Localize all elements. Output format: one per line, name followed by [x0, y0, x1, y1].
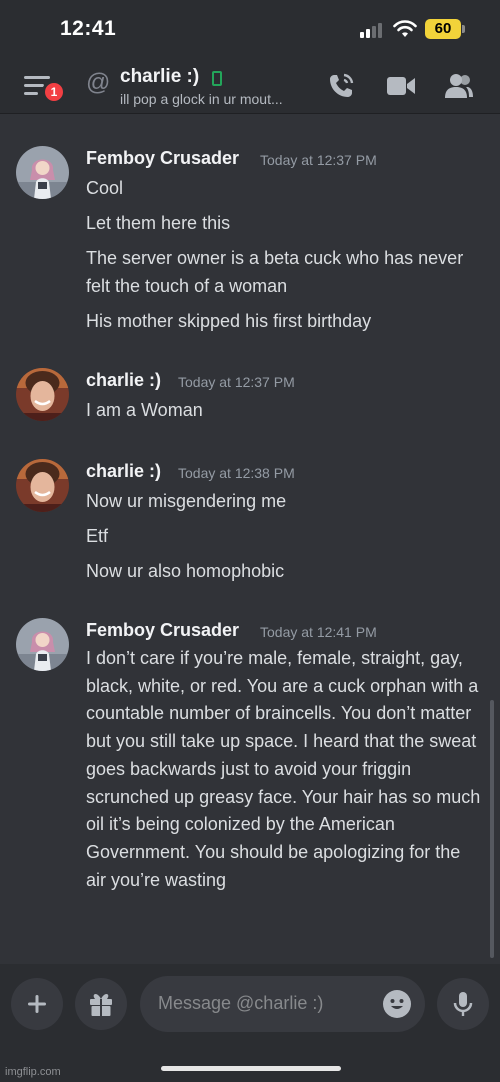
battery-icon: [462, 25, 465, 33]
video-icon[interactable]: [386, 72, 416, 100]
mobile-status-icon: [212, 71, 222, 86]
message-text: Now ur misgendering me: [86, 491, 287, 511]
anime-avatar[interactable]: [16, 146, 69, 199]
message-list[interactable]: Femboy Crusader Today at 12:37 PM Cool L…: [0, 114, 500, 964]
channel-header: 1 @ charlie :) ill pop a glock in ur mou…: [0, 58, 500, 114]
dm-name[interactable]: charlie :): [120, 66, 199, 88]
message-input[interactable]: Message @charlie :): [140, 976, 425, 1032]
home-indicator[interactable]: [161, 1066, 341, 1071]
message-text: Let them here this: [86, 213, 231, 233]
message-composer: Message @charlie :): [0, 964, 500, 1082]
voice-message-button[interactable]: [437, 978, 489, 1030]
members-icon[interactable]: [444, 72, 474, 100]
message-username[interactable]: Femboy Crusader: [86, 620, 239, 641]
message-text: Etf: [86, 526, 109, 546]
watermark: imgflip.com: [5, 1066, 61, 1078]
status-time: 12:41: [60, 17, 117, 40]
anime-avatar[interactable]: [16, 618, 69, 671]
message-input-placeholder: Message @charlie :): [158, 993, 324, 1013]
call-icon[interactable]: [327, 72, 357, 100]
message-text: His mother skipped his first birthday: [86, 311, 372, 331]
message-text: The server owner is a beta cuck who has …: [86, 248, 464, 296]
plus-icon: [28, 995, 46, 1013]
at-icon: @: [86, 69, 111, 96]
message-timestamp: Today at 12:41 PM: [260, 624, 377, 640]
microphone-icon: [453, 992, 473, 1016]
message-username[interactable]: Femboy Crusader: [86, 148, 239, 169]
message-text: I am a Woman: [86, 400, 203, 420]
message-text: I don’t care if you’re male, female, str…: [86, 648, 481, 890]
dm-custom-status[interactable]: ill pop a glock in ur mout...: [120, 91, 283, 107]
message-timestamp: Today at 12:37 PM: [178, 374, 295, 390]
scrollbar[interactable]: [490, 700, 494, 958]
emoji-icon[interactable]: [383, 990, 411, 1018]
signal-icon: [360, 22, 384, 38]
wifi-icon: [393, 20, 417, 37]
message-group: Femboy Crusader Today at 12:37 PM Cool L…: [0, 146, 490, 341]
message-group: Femboy Crusader Today at 12:41 PM I don’…: [0, 618, 490, 928]
gift-button[interactable]: [75, 978, 127, 1030]
gift-icon: [90, 994, 112, 1016]
add-attachment-button[interactable]: [11, 978, 63, 1030]
message-group: charlie :) Today at 12:38 PM Now ur misg…: [0, 459, 490, 589]
message-username[interactable]: charlie :): [86, 461, 161, 482]
photo-avatar[interactable]: [16, 368, 69, 421]
message-group: charlie :) Today at 12:37 PM I am a Woma…: [0, 368, 490, 428]
notification-badge: 1: [42, 80, 66, 104]
photo-avatar[interactable]: [16, 459, 69, 512]
message-timestamp: Today at 12:38 PM: [178, 465, 295, 481]
battery-level: 60: [425, 19, 461, 39]
status-bar: 12:41 60: [0, 0, 500, 58]
message-username[interactable]: charlie :): [86, 370, 161, 391]
message-timestamp: Today at 12:37 PM: [260, 152, 377, 168]
message-text: Now ur also homophobic: [86, 561, 285, 581]
message-text: Cool: [86, 178, 124, 198]
